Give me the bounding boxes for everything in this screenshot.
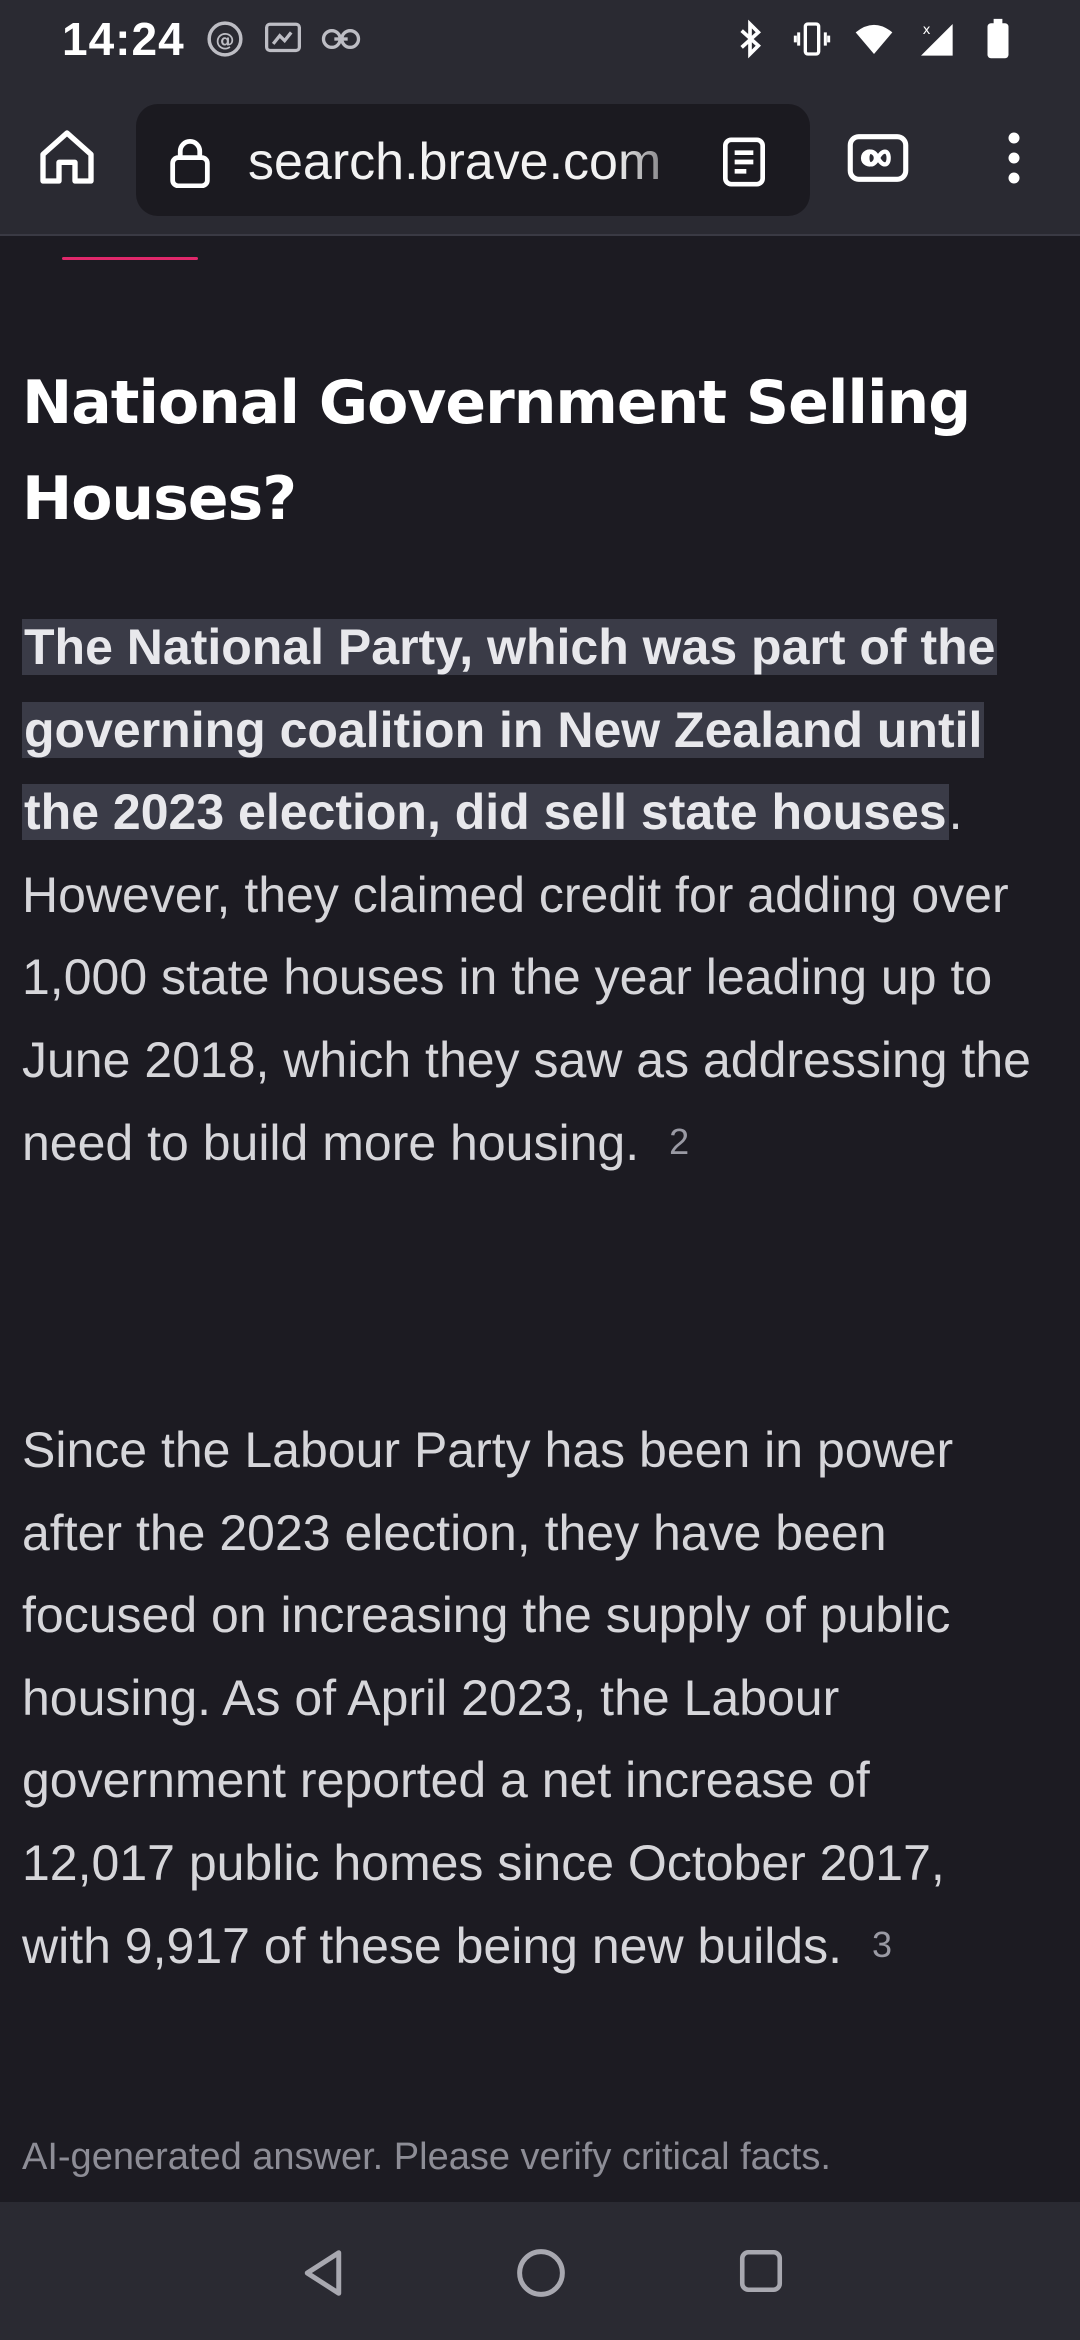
lock-icon[interactable]	[166, 136, 214, 188]
ai-disclaimer: AI-generated answer. Please verify criti…	[22, 2136, 831, 2178]
signal-icon: x	[916, 19, 956, 59]
citation-2[interactable]: 2	[669, 1121, 689, 1162]
recent-apps-icon[interactable]	[736, 2246, 786, 2296]
menu-button[interactable]	[996, 128, 1032, 188]
bluetooth-icon	[730, 19, 770, 59]
paragraph-text: Since the Labour Party has been in power…	[22, 1422, 954, 1974]
svg-text:@: @	[215, 29, 234, 51]
more-vert-icon	[1008, 132, 1020, 184]
threads-icon: @	[205, 19, 245, 59]
highlighted-text[interactable]: The National Party, which was part of th…	[22, 619, 998, 840]
reader-mode-icon[interactable]	[716, 134, 772, 190]
back-icon[interactable]	[296, 2246, 350, 2300]
svg-text:x: x	[923, 23, 931, 38]
home-icon	[40, 130, 94, 184]
answer-paragraph-2: Since the Labour Party has been in power…	[22, 1409, 1032, 1988]
screen-cast-icon	[263, 19, 303, 59]
wifi-icon	[854, 19, 894, 59]
status-system-icons: x	[730, 18, 1018, 59]
battery-icon	[978, 18, 1018, 59]
private-tabs-icon	[847, 134, 909, 182]
address-bar[interactable]: search.brave.com	[136, 104, 810, 216]
link-icon	[321, 19, 361, 59]
citation-3[interactable]: 3	[872, 1924, 892, 1965]
status-left: 14:24 @	[62, 12, 361, 66]
home-circle-icon[interactable]	[514, 2246, 568, 2300]
tab-indicator	[62, 257, 198, 260]
browser-toolbar: search.brave.com	[0, 78, 1080, 236]
system-nav-bar	[0, 2202, 1080, 2340]
tabs-button[interactable]	[846, 132, 910, 184]
vibrate-icon	[792, 19, 832, 59]
paragraph-text: . However, they claimed credit for addin…	[22, 784, 1031, 1171]
url-text[interactable]: search.brave.com	[248, 132, 708, 192]
status-notification-icons: @	[205, 19, 361, 59]
answer-heading: National Government Selling Houses?	[22, 368, 971, 534]
status-time: 14:24	[62, 13, 185, 65]
status-bar: 14:24 @ x	[0, 0, 1080, 78]
answer-paragraph-1: The National Party, which was part of th…	[22, 606, 1032, 1185]
home-button[interactable]	[32, 122, 102, 192]
